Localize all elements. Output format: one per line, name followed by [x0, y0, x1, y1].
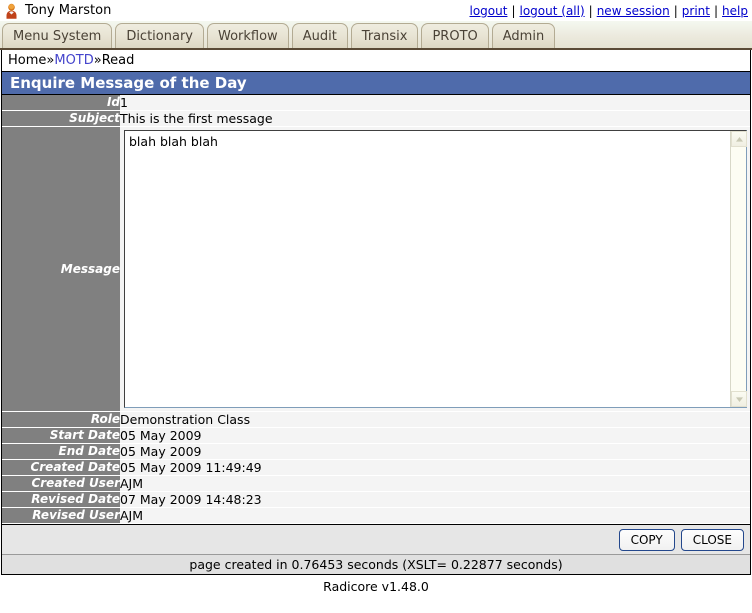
link-separator: | — [710, 4, 722, 18]
field-row-revised-date: Revised Date 07 May 2009 14:48:23 — [2, 492, 750, 508]
breadcrumb-home: Home — [8, 53, 46, 68]
tab-label: Transix — [362, 29, 408, 44]
message-textarea[interactable]: blah blah blah — [124, 130, 747, 408]
value-end-date: 05 May 2009 — [120, 444, 750, 460]
user-name-label: Tony Marston — [25, 3, 111, 18]
message-scrollbar[interactable] — [730, 131, 746, 407]
field-row-id: Id 1 — [2, 95, 750, 111]
help-link[interactable]: help — [722, 4, 748, 18]
value-message-cell: blah blah blah — [120, 127, 750, 412]
tab-audit[interactable]: Audit — [292, 23, 348, 48]
tab-label: Admin — [503, 29, 544, 44]
current-user-block: Tony Marston — [4, 3, 111, 19]
page-frame: Home » MOTD » Read Enquire Message of th… — [1, 50, 751, 575]
field-row-created-date: Created Date 05 May 2009 11:49:49 — [2, 460, 750, 476]
value-revised-user: AJM — [120, 508, 750, 524]
label-created-user: Created User — [2, 476, 120, 492]
label-role: Role — [2, 412, 120, 428]
tab-admin[interactable]: Admin — [492, 23, 555, 48]
header-links: logout | logout (all) | new session | pr… — [470, 4, 749, 18]
value-created-date: 05 May 2009 11:49:49 — [120, 460, 750, 476]
chevron-down-icon[interactable] — [731, 391, 747, 407]
field-row-created-user: Created User AJM — [2, 476, 750, 492]
label-end-date: End Date — [2, 444, 120, 460]
copy-button[interactable]: COPY — [619, 529, 675, 551]
breadcrumb-separator: » — [94, 53, 102, 68]
field-row-subject: Subject This is the first message — [2, 111, 750, 127]
status-bar: page created in 0.76453 seconds (XSLT= 0… — [2, 554, 750, 574]
enquiry-form-table: Id 1 Subject This is the first message M… — [2, 95, 750, 524]
label-created-date: Created Date — [2, 460, 120, 476]
logout-all-link[interactable]: logout (all) — [520, 4, 585, 18]
print-link[interactable]: print — [682, 4, 710, 18]
close-button[interactable]: CLOSE — [681, 529, 744, 551]
label-subject: Subject — [2, 111, 120, 127]
chevron-up-icon[interactable] — [731, 131, 747, 147]
label-message: Message — [2, 127, 120, 412]
value-created-user: AJM — [120, 476, 750, 492]
tab-label: Audit — [303, 29, 337, 44]
page-title: Enquire Message of the Day — [2, 71, 750, 95]
action-button-bar: COPY CLOSE — [2, 524, 750, 554]
tab-dictionary[interactable]: Dictionary — [115, 23, 204, 48]
link-separator: | — [670, 4, 682, 18]
tab-label: PROTO — [432, 29, 477, 44]
breadcrumb-separator: » — [46, 53, 54, 68]
tab-proto[interactable]: PROTO — [421, 23, 488, 48]
user-avatar-icon — [4, 3, 19, 19]
breadcrumb-motd-link[interactable]: MOTD — [54, 53, 93, 68]
tab-label: Dictionary — [126, 29, 193, 44]
tab-label: Workflow — [218, 29, 278, 44]
field-row-start-date: Start Date 05 May 2009 — [2, 428, 750, 444]
value-role: Demonstration Class — [120, 412, 750, 428]
field-row-message: Message blah blah blah — [2, 127, 750, 412]
value-start-date: 05 May 2009 — [120, 428, 750, 444]
breadcrumb-current: Read — [102, 53, 135, 68]
field-row-end-date: End Date 05 May 2009 — [2, 444, 750, 460]
main-tab-strip: Menu System Dictionary Workflow Audit Tr… — [0, 21, 752, 50]
tab-label: Menu System — [13, 29, 101, 44]
tab-transix[interactable]: Transix — [351, 23, 419, 48]
tab-menu-system[interactable]: Menu System — [2, 23, 112, 48]
footer-version: Radicore v1.48.0 — [0, 575, 752, 597]
new-session-link[interactable]: new session — [597, 4, 670, 18]
value-revised-date: 07 May 2009 14:48:23 — [120, 492, 750, 508]
message-text: blah blah blah — [125, 131, 730, 407]
field-row-revised-user: Revised User AJM — [2, 508, 750, 524]
value-id: 1 — [120, 95, 750, 111]
label-id: Id — [2, 95, 120, 111]
label-revised-user: Revised User — [2, 508, 120, 524]
field-row-role: Role Demonstration Class — [2, 412, 750, 428]
label-revised-date: Revised Date — [2, 492, 120, 508]
breadcrumb: Home » MOTD » Read — [2, 50, 750, 71]
link-separator: | — [585, 4, 597, 18]
top-header-bar: Tony Marston logout | logout (all) | new… — [0, 0, 752, 21]
scrollbar-track[interactable] — [731, 147, 746, 391]
logout-link[interactable]: logout — [470, 4, 508, 18]
link-separator: | — [507, 4, 519, 18]
tab-workflow[interactable]: Workflow — [207, 23, 289, 48]
value-subject: This is the first message — [120, 111, 750, 127]
label-start-date: Start Date — [2, 428, 120, 444]
